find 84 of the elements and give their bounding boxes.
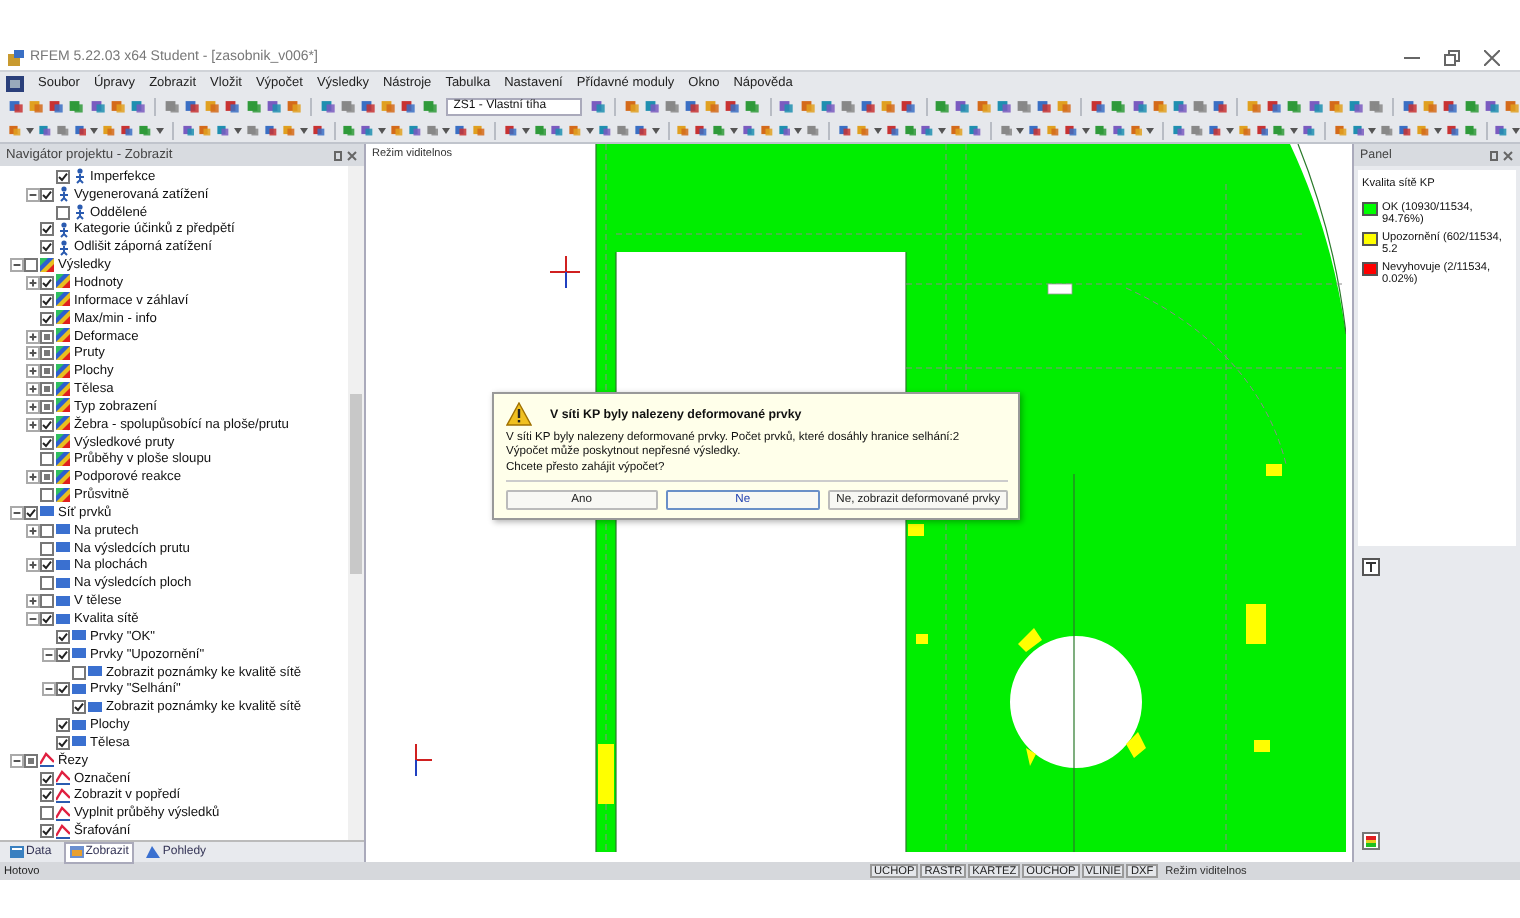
dropdown-arrow-icon[interactable] bbox=[1512, 127, 1520, 133]
document-menu-icon[interactable] bbox=[6, 75, 24, 91]
checkbox[interactable] bbox=[40, 523, 54, 538]
expand-toggle[interactable] bbox=[25, 382, 39, 397]
checkbox[interactable] bbox=[40, 488, 54, 503]
expand-toggle[interactable] bbox=[25, 594, 39, 609]
warning-icon bbox=[506, 402, 532, 426]
dropdown-arrow-icon[interactable] bbox=[1081, 127, 1090, 133]
expand-toggle[interactable] bbox=[25, 275, 39, 290]
checkbox[interactable] bbox=[40, 576, 54, 591]
tab-icon bbox=[10, 846, 24, 859]
collapse-toggle[interactable] bbox=[9, 258, 23, 273]
collapse-toggle[interactable] bbox=[41, 682, 55, 697]
expand-toggle[interactable] bbox=[25, 523, 39, 538]
collapse-toggle[interactable] bbox=[41, 647, 55, 662]
close-icon[interactable] bbox=[1484, 49, 1500, 65]
expand-toggle[interactable] bbox=[25, 417, 39, 432]
checkbox[interactable] bbox=[72, 665, 86, 680]
checkbox[interactable] bbox=[40, 788, 54, 803]
dropdown-arrow-icon[interactable] bbox=[299, 127, 308, 133]
checkbox[interactable] bbox=[56, 169, 70, 184]
checkbox[interactable] bbox=[40, 594, 54, 609]
scrollbar[interactable] bbox=[348, 166, 364, 841]
checkbox[interactable] bbox=[40, 293, 54, 308]
checkbox[interactable] bbox=[56, 629, 70, 644]
checkbox[interactable] bbox=[40, 222, 54, 237]
dropdown-arrow-icon[interactable] bbox=[25, 127, 34, 133]
checkbox[interactable] bbox=[56, 682, 70, 697]
app-logo-icon bbox=[8, 49, 24, 65]
checkbox[interactable] bbox=[40, 346, 54, 361]
dropdown-arrow-icon[interactable] bbox=[155, 127, 164, 133]
checkbox[interactable] bbox=[24, 505, 38, 520]
pin-close-icon[interactable] bbox=[334, 149, 358, 161]
checkbox[interactable] bbox=[40, 452, 54, 467]
checkbox[interactable] bbox=[40, 824, 54, 839]
pin-close-icon[interactable] bbox=[1490, 149, 1514, 161]
tab-icon bbox=[146, 846, 161, 859]
dropdown-arrow-icon[interactable] bbox=[873, 127, 882, 133]
axis-icon bbox=[549, 255, 581, 289]
checkbox[interactable] bbox=[40, 187, 54, 202]
expand-toggle[interactable] bbox=[25, 470, 39, 485]
checkbox[interactable] bbox=[40, 806, 54, 821]
checkbox[interactable] bbox=[40, 612, 54, 627]
checkbox[interactable] bbox=[40, 311, 54, 326]
dropdown-arrow-icon[interactable] bbox=[1225, 127, 1234, 133]
checkbox[interactable] bbox=[40, 399, 54, 414]
color-scale-icon[interactable] bbox=[1362, 832, 1380, 851]
checkbox[interactable] bbox=[24, 753, 38, 768]
dropdown-arrow-icon[interactable] bbox=[377, 127, 386, 133]
dropdown-arrow-icon[interactable] bbox=[1433, 127, 1442, 133]
checkbox[interactable] bbox=[40, 541, 54, 556]
expand-toggle[interactable] bbox=[25, 346, 39, 361]
checkbox[interactable] bbox=[24, 258, 38, 273]
checkbox[interactable] bbox=[40, 275, 54, 290]
checkbox[interactable] bbox=[40, 329, 54, 344]
checkbox[interactable] bbox=[56, 647, 70, 662]
checkbox[interactable] bbox=[40, 417, 54, 432]
dropdown-arrow-icon[interactable] bbox=[521, 127, 530, 133]
checkbox[interactable] bbox=[56, 735, 70, 750]
expand-toggle[interactable] bbox=[25, 399, 39, 414]
checkbox[interactable] bbox=[56, 205, 70, 220]
dropdown-arrow-icon[interactable] bbox=[651, 127, 660, 133]
checkbox[interactable] bbox=[40, 364, 54, 379]
checkbox[interactable] bbox=[40, 558, 54, 573]
checkbox[interactable] bbox=[40, 771, 54, 786]
checkbox[interactable] bbox=[40, 382, 54, 397]
collapse-toggle[interactable] bbox=[25, 612, 39, 627]
expand-toggle[interactable] bbox=[25, 364, 39, 379]
text-tool-icon[interactable] bbox=[1362, 558, 1380, 576]
dropdown-arrow-icon[interactable] bbox=[1146, 127, 1155, 133]
collapse-toggle[interactable] bbox=[25, 187, 39, 202]
expand-toggle[interactable] bbox=[25, 558, 39, 573]
checkbox[interactable] bbox=[40, 435, 54, 450]
checkbox[interactable] bbox=[56, 718, 70, 733]
tab-icon bbox=[69, 846, 84, 859]
checkbox[interactable] bbox=[40, 240, 54, 255]
checkbox[interactable] bbox=[72, 700, 86, 715]
restore-icon[interactable] bbox=[1444, 49, 1460, 65]
checkbox[interactable] bbox=[40, 470, 54, 485]
axis-icon bbox=[415, 743, 433, 777]
expand-toggle[interactable] bbox=[25, 329, 39, 344]
collapse-toggle[interactable] bbox=[9, 753, 23, 768]
collapse-toggle[interactable] bbox=[9, 505, 23, 520]
dropdown-arrow-icon[interactable] bbox=[729, 127, 738, 133]
